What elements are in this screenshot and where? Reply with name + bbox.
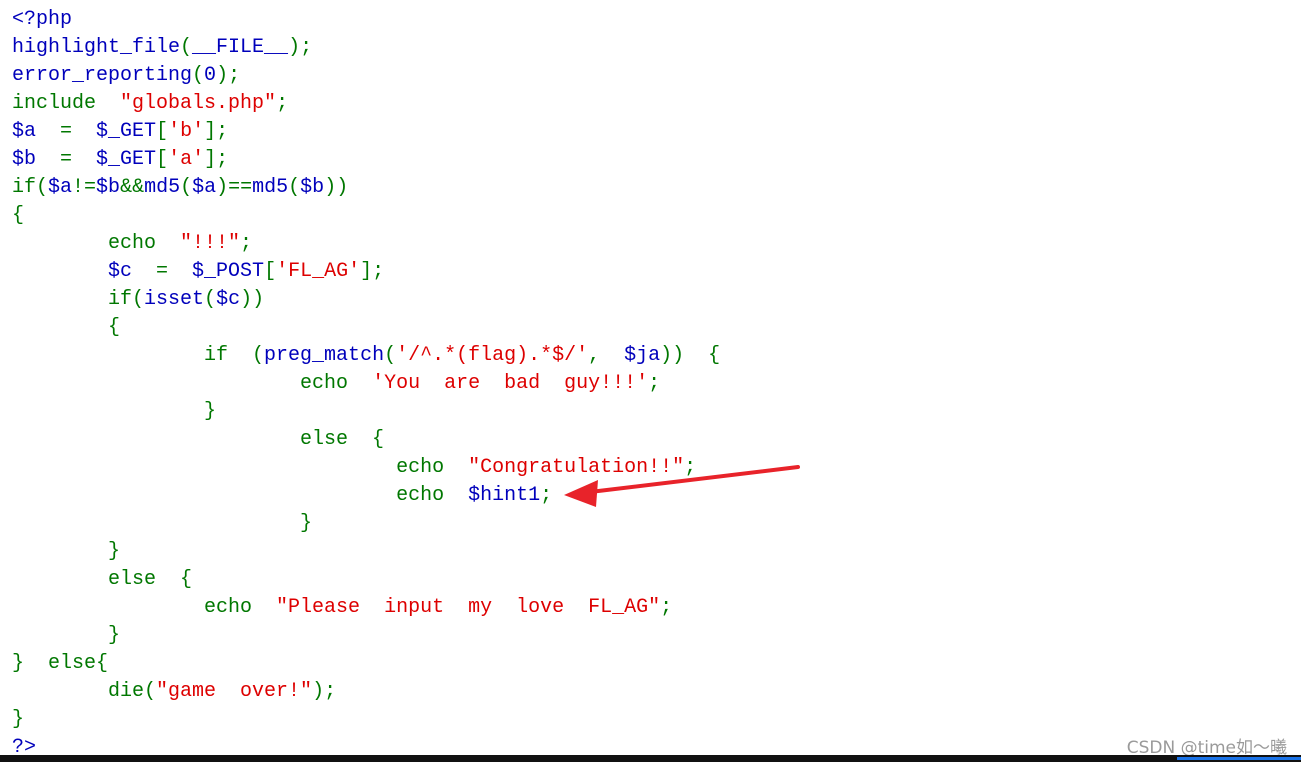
taskbar <box>0 755 1301 762</box>
taskbar-active-indicator <box>1177 757 1301 760</box>
annotation-arrow-icon <box>564 465 800 507</box>
